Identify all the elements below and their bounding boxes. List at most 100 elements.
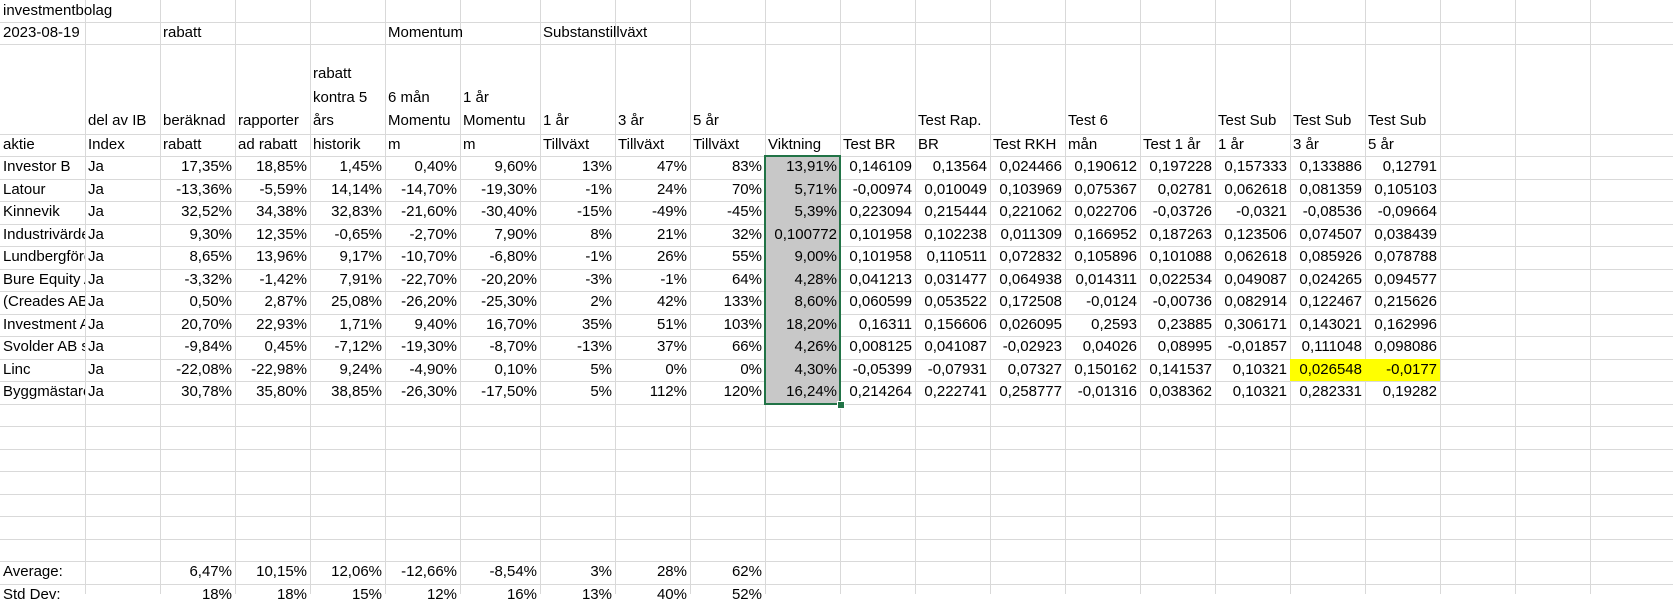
data-cell[interactable]: 0,10% [460, 359, 540, 381]
data-cell[interactable]: 5% [540, 381, 615, 404]
data-cell[interactable]: 0,082914 [1215, 291, 1290, 314]
data-cell[interactable]: 0,101088 [1140, 246, 1215, 269]
row-name-cell[interactable]: Linc [0, 359, 85, 381]
data-cell[interactable]: 0,156606 [915, 314, 990, 336]
data-cell[interactable]: 0,215626 [1365, 291, 1440, 314]
data-cell[interactable]: 0,072832 [990, 246, 1065, 269]
data-cell[interactable]: 133% [690, 291, 765, 314]
data-cell[interactable]: -0,03726 [1140, 201, 1215, 224]
data-cell[interactable]: 0,064938 [990, 269, 1065, 291]
data-cell[interactable]: 0,23885 [1140, 314, 1215, 336]
data-cell[interactable]: -3% [540, 269, 615, 291]
data-cell[interactable]: 17,35% [160, 156, 235, 179]
data-cell[interactable]: Ja [85, 359, 160, 381]
data-cell[interactable]: 0,123506 [1215, 224, 1290, 246]
data-cell[interactable]: 0,12791 [1365, 156, 1440, 179]
fill-handle[interactable] [837, 401, 845, 409]
data-cell[interactable]: 38,85% [310, 381, 385, 404]
data-cell[interactable]: -0,09664 [1365, 201, 1440, 224]
data-cell[interactable]: -4,90% [385, 359, 460, 381]
column-header[interactable]: Viktning [765, 44, 840, 156]
data-cell[interactable]: 30,78% [160, 381, 235, 404]
data-cell[interactable]: 1,45% [310, 156, 385, 179]
data-cell[interactable]: 55% [690, 246, 765, 269]
data-cell[interactable]: Ja [85, 314, 160, 336]
data-cell[interactable]: 0,010049 [915, 179, 990, 201]
data-cell[interactable]: 0,014311 [1065, 269, 1140, 291]
stddev-cell[interactable]: 15% [310, 584, 385, 606]
data-cell[interactable]: 0,223094 [840, 201, 915, 224]
data-cell[interactable]: 0,110511 [915, 246, 990, 269]
column-header[interactable]: Test Sub 5 år [1365, 44, 1440, 156]
data-cell[interactable]: -5,59% [235, 179, 310, 201]
data-cell[interactable]: 0,022534 [1140, 269, 1215, 291]
data-cell[interactable]: 0,078788 [1365, 246, 1440, 269]
data-cell[interactable]: 0,2593 [1065, 314, 1140, 336]
data-cell[interactable]: 0,166952 [1065, 224, 1140, 246]
data-cell[interactable]: -0,05399 [840, 359, 915, 381]
data-cell[interactable]: 0,215444 [915, 201, 990, 224]
data-cell[interactable]: 0,172508 [990, 291, 1065, 314]
group-header-momentum[interactable]: Momentum [385, 22, 540, 44]
data-cell[interactable]: 24% [615, 179, 690, 201]
data-cell[interactable]: 0,085926 [1290, 246, 1365, 269]
data-cell[interactable]: 0,031477 [915, 269, 990, 291]
data-cell[interactable]: -30,40% [460, 201, 540, 224]
data-cell[interactable]: 0,221062 [990, 201, 1065, 224]
data-cell[interactable]: 2,87% [235, 291, 310, 314]
data-cell[interactable]: 0,306171 [1215, 314, 1290, 336]
data-cell[interactable]: -1% [615, 269, 690, 291]
data-cell[interactable]: 0,143021 [1290, 314, 1365, 336]
column-header[interactable]: Test Sub 3 år [1290, 44, 1365, 156]
data-cell[interactable]: -0,08536 [1290, 201, 1365, 224]
data-cell[interactable]: 0,122467 [1290, 291, 1365, 314]
stddev-label[interactable]: Std Dev: [0, 584, 85, 606]
data-cell[interactable]: -0,0124 [1065, 291, 1140, 314]
row-name-cell[interactable]: Bure Equity AB [0, 269, 85, 291]
data-cell[interactable]: -0,0321 [1215, 201, 1290, 224]
stddev-cell[interactable]: 12% [385, 584, 460, 606]
data-cell[interactable]: 0,102238 [915, 224, 990, 246]
data-cell[interactable]: -49% [615, 201, 690, 224]
data-cell[interactable]: 0,041213 [840, 269, 915, 291]
data-cell[interactable]: 0,02781 [1140, 179, 1215, 201]
data-cell[interactable]: 0,133886 [1290, 156, 1365, 179]
data-cell[interactable]: -45% [690, 201, 765, 224]
data-cell[interactable]: 32% [690, 224, 765, 246]
data-cell[interactable]: Ja [85, 246, 160, 269]
data-cell[interactable]: -0,07931 [915, 359, 990, 381]
column-header[interactable]: 1 år Momentu m [460, 44, 540, 156]
data-cell[interactable]: 34,38% [235, 201, 310, 224]
data-cell[interactable]: 16,70% [460, 314, 540, 336]
data-cell[interactable]: Ja [85, 269, 160, 291]
data-cell[interactable]: 0,081359 [1290, 179, 1365, 201]
data-cell[interactable]: 112% [615, 381, 690, 404]
row-name-cell[interactable]: Byggmästarens [0, 381, 85, 404]
data-cell[interactable]: -8,70% [460, 336, 540, 359]
data-cell[interactable]: 14,14% [310, 179, 385, 201]
column-header[interactable]: Test Sub 1 år [1215, 44, 1290, 156]
stddev-cell[interactable]: 40% [615, 584, 690, 606]
data-cell[interactable]: 0,19282 [1365, 381, 1440, 404]
data-cell[interactable]: -20,20% [460, 269, 540, 291]
data-cell[interactable]: 0,08995 [1140, 336, 1215, 359]
column-header[interactable]: rabatt kontra 5 års historik [310, 44, 385, 156]
data-cell[interactable]: 0,060599 [840, 291, 915, 314]
average-cell[interactable]: -8,54% [460, 561, 540, 583]
data-cell[interactable]: -22,08% [160, 359, 235, 381]
data-cell[interactable]: 120% [690, 381, 765, 404]
data-cell[interactable]: 103% [690, 314, 765, 336]
data-cell[interactable]: 18,85% [235, 156, 310, 179]
data-cell[interactable]: 13% [540, 156, 615, 179]
data-cell[interactable]: -19,30% [385, 336, 460, 359]
column-header[interactable]: rapporter ad rabatt [235, 44, 310, 156]
data-cell[interactable]: 0,07327 [990, 359, 1065, 381]
data-cell[interactable]: 7,91% [310, 269, 385, 291]
data-cell[interactable]: -1% [540, 179, 615, 201]
average-cell[interactable]: 6,47% [160, 561, 235, 583]
row-name-cell[interactable]: Svolder AB ser [0, 336, 85, 359]
column-header[interactable]: 3 år Tillväxt [615, 44, 690, 156]
group-header-rabatt[interactable]: rabatt [160, 22, 385, 44]
data-cell[interactable]: -13,36% [160, 179, 235, 201]
data-cell[interactable]: 0,008125 [840, 336, 915, 359]
